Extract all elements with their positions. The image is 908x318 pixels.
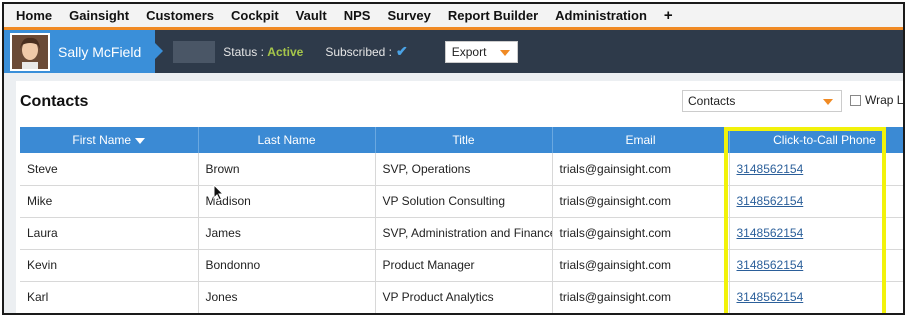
cell-first-name: Kevin	[20, 249, 199, 282]
nav-home[interactable]: Home	[16, 8, 52, 23]
nav-nps[interactable]: NPS	[344, 8, 371, 23]
cell-phone: 3148562154	[729, 153, 903, 186]
cell-first-name: Mike	[20, 185, 199, 218]
cell-email: trials@gainsight.com	[552, 185, 730, 218]
page-title: Contacts	[20, 93, 89, 110]
export-dropdown[interactable]: Export	[444, 40, 518, 63]
cell-title: Product Manager	[375, 249, 553, 282]
cell-last-name: James	[198, 217, 376, 250]
chevron-down-icon	[499, 49, 510, 56]
cell-title: VP Solution Consulting	[375, 185, 553, 218]
table-row: Mike Madison VP Solution Consulting tria…	[20, 185, 903, 218]
check-icon: ✔	[396, 43, 408, 59]
cell-last-name: Brown	[198, 153, 376, 186]
status-value: Active	[267, 44, 304, 59]
customer-bar: Sally McField Status : Active Subscribed…	[4, 30, 903, 73]
col-first-name-label: First Name	[72, 133, 132, 147]
table-row: Kevin Bondonno Product Manager trials@ga…	[20, 249, 903, 282]
sort-desc-icon	[135, 137, 146, 144]
col-email[interactable]: Email	[552, 127, 730, 153]
nav-customers[interactable]: Customers	[146, 8, 214, 23]
export-label: Export	[451, 44, 487, 59]
subscribed-label: Subscribed :	[325, 44, 393, 59]
status-label: Status :	[223, 44, 268, 59]
cell-phone: 3148562154	[729, 185, 903, 218]
contacts-select[interactable]: Contacts	[682, 90, 842, 112]
table-row: Laura James SVP, Administration and Fina…	[20, 217, 903, 250]
phone-link[interactable]: 3148562154	[737, 226, 804, 240]
cell-first-name: Karl	[20, 281, 199, 313]
contacts-table: First Name Last Name Title Email Click-t…	[20, 127, 903, 313]
contacts-panel: Contacts Contacts Wrap Lin First Name La…	[16, 81, 904, 313]
top-nav: Home Gainsight Customers Cockpit Vault N…	[4, 4, 903, 30]
table-header: First Name Last Name Title Email Click-t…	[20, 127, 903, 153]
wrap-checkbox[interactable]	[850, 94, 861, 106]
cell-email: trials@gainsight.com	[552, 249, 730, 282]
nav-report-builder[interactable]: Report Builder	[448, 8, 538, 23]
redacted-field	[173, 40, 216, 63]
chevron-down-icon	[823, 99, 833, 105]
nav-cockpit[interactable]: Cockpit	[231, 8, 279, 23]
phone-link[interactable]: 3148562154	[737, 290, 804, 304]
mouse-pointer-icon	[213, 184, 225, 201]
table-row: Karl Jones VP Product Analytics trials@g…	[20, 281, 903, 313]
nav-administration[interactable]: Administration	[555, 8, 647, 23]
nav-vault[interactable]: Vault	[296, 8, 327, 23]
cell-last-name: Bondonno	[198, 249, 376, 282]
col-title[interactable]: Title	[375, 127, 553, 153]
phone-link[interactable]: 3148562154	[737, 258, 804, 272]
cell-title: SVP, Administration and Finance	[375, 217, 553, 250]
avatar	[10, 32, 50, 71]
cell-phone: 3148562154	[729, 281, 903, 313]
cell-title: SVP, Operations	[375, 153, 553, 186]
wrap-label: Wrap Lin	[865, 93, 904, 107]
nav-survey[interactable]: Survey	[387, 8, 430, 23]
main-content: Contacts Contacts Wrap Lin First Name La…	[4, 73, 903, 313]
nav-gainsight[interactable]: Gainsight	[69, 8, 129, 23]
col-last-name[interactable]: Last Name	[198, 127, 376, 153]
col-phone[interactable]: Click-to-Call Phone	[729, 127, 903, 153]
cell-last-name: Jones	[198, 281, 376, 313]
cell-phone: 3148562154	[729, 249, 903, 282]
cell-email: trials@gainsight.com	[552, 153, 730, 186]
cell-email: trials@gainsight.com	[552, 217, 730, 250]
status: Status : Active	[223, 45, 303, 59]
wrap-lines-toggle[interactable]: Wrap Lin	[850, 93, 904, 107]
cell-title: VP Product Analytics	[375, 281, 553, 313]
app-window: Home Gainsight Customers Cockpit Vault N…	[2, 2, 905, 315]
contacts-select-value: Contacts	[688, 94, 736, 108]
add-tab-icon[interactable]: +	[664, 7, 673, 24]
cell-phone: 3148562154	[729, 217, 903, 250]
cell-email: trials@gainsight.com	[552, 281, 730, 313]
subscribed: Subscribed : ✔	[325, 43, 407, 60]
customer-name: Sally McField	[58, 43, 142, 60]
phone-link[interactable]: 3148562154	[737, 162, 804, 176]
cell-first-name: Laura	[20, 217, 199, 250]
customer-identity[interactable]: Sally McField	[4, 30, 164, 73]
cell-first-name: Steve	[20, 153, 199, 186]
col-first-name[interactable]: First Name	[20, 127, 199, 153]
phone-link[interactable]: 3148562154	[737, 194, 804, 208]
table-row: Steve Brown SVP, Operations trials@gains…	[20, 153, 903, 186]
